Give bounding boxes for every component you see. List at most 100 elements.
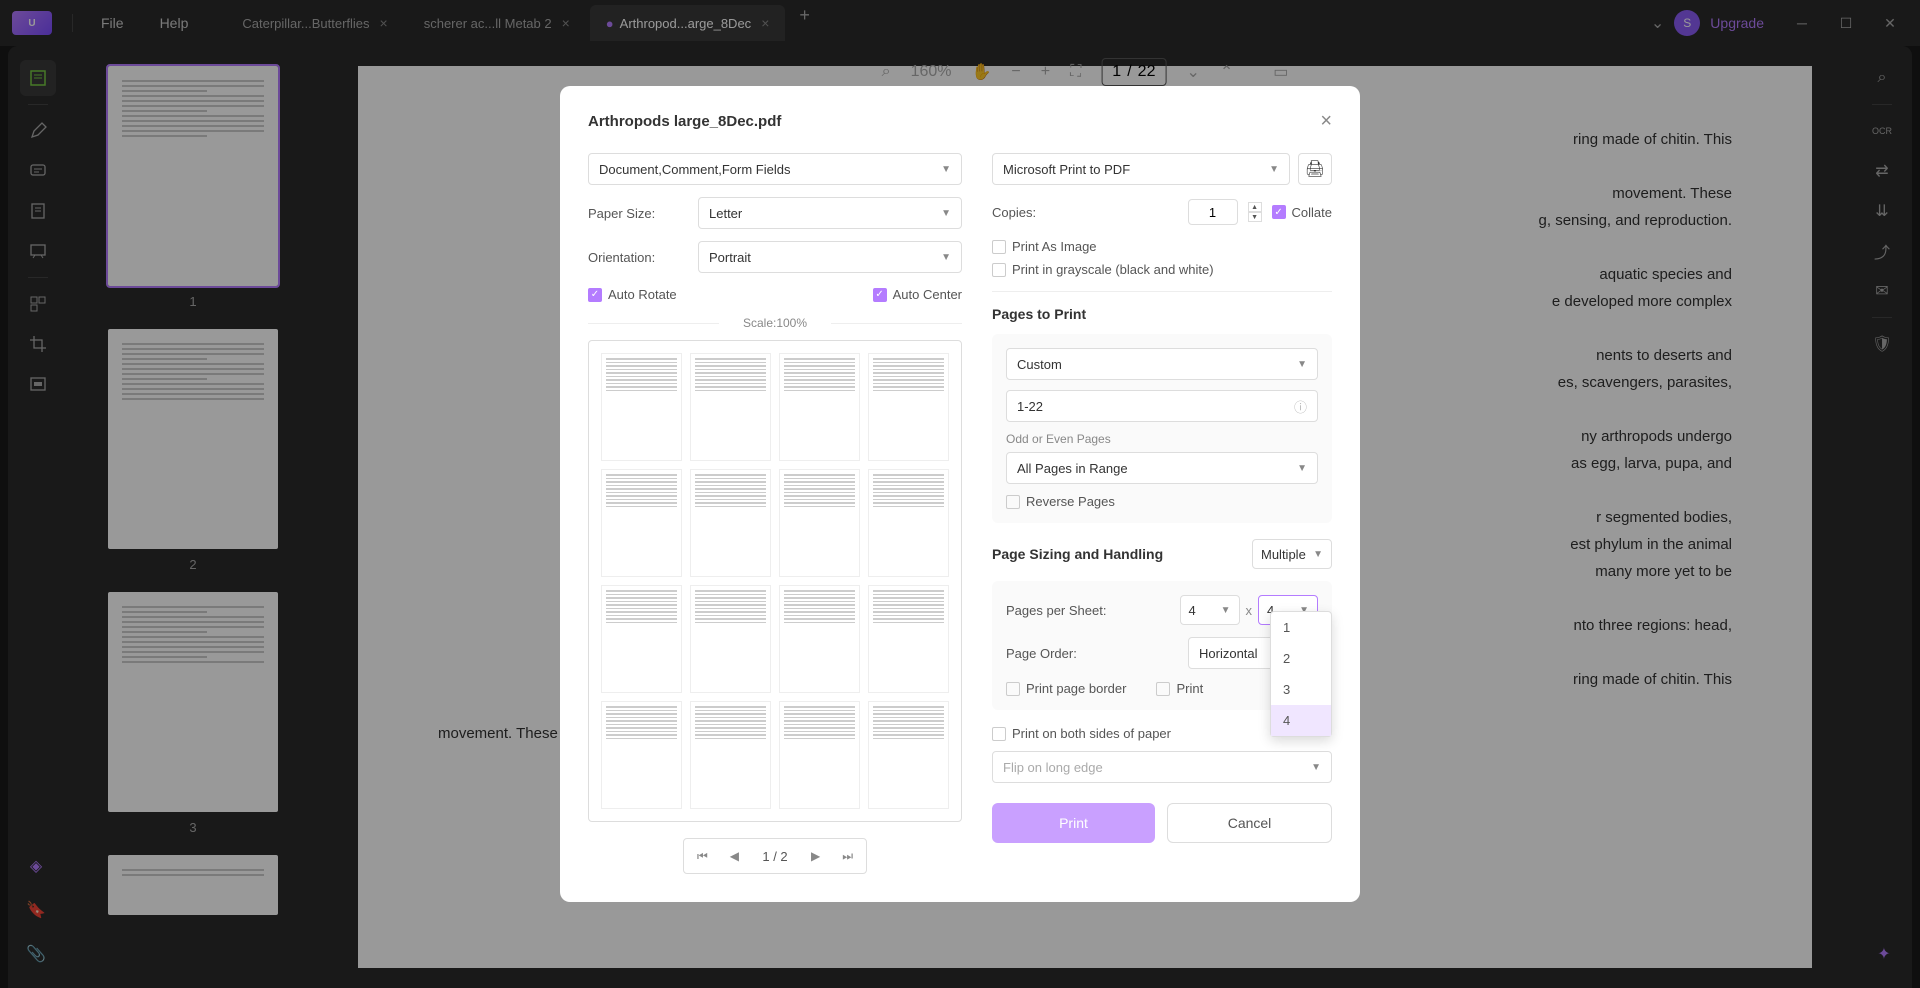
preview-page xyxy=(690,469,771,577)
checkbox-label: Print xyxy=(1176,681,1203,696)
chevron-down-icon: ▼ xyxy=(941,164,951,175)
pps-cols-select[interactable]: 4 ▼ xyxy=(1180,595,1240,625)
chevron-down-icon: ▼ xyxy=(1297,463,1307,474)
select-value: 4 xyxy=(1189,603,1196,618)
reverse-checkbox[interactable]: Reverse Pages xyxy=(1006,494,1318,509)
odd-even-select[interactable]: All Pages in Range ▼ xyxy=(1006,452,1318,484)
select-value: Document,Comment,Form Fields xyxy=(599,162,790,177)
checkbox-label: Auto Center xyxy=(893,287,962,302)
range-value: 1-22 xyxy=(1017,399,1043,414)
select-value: Letter xyxy=(709,206,742,221)
flip-select[interactable]: Flip on long edge ▼ xyxy=(992,751,1332,783)
sizing-section: Pages per Sheet: 4 ▼ x 4 ▼ Page Order: xyxy=(992,581,1332,710)
print-border-checkbox[interactable]: Print page border xyxy=(1006,681,1126,696)
select-value: Multiple xyxy=(1261,547,1306,562)
first-page-icon[interactable]: ⏮ xyxy=(688,843,716,869)
dialog-right: Microsoft Print to PDF ▼ 🖨 Copies: ▲▼ Co… xyxy=(992,153,1332,874)
checkbox-icon xyxy=(992,240,1006,254)
checkbox-label: Print in grayscale (black and white) xyxy=(1012,262,1214,277)
dropdown-option[interactable]: 1 xyxy=(1271,612,1331,643)
dropdown-option[interactable]: 4 xyxy=(1271,705,1331,736)
preview-page xyxy=(868,585,949,693)
pps-label: Pages per Sheet: xyxy=(1006,603,1180,618)
print-dialog: Arthropods large_8Dec.pdf × Document,Com… xyxy=(560,86,1360,902)
preview-page xyxy=(779,353,860,461)
pps-rows-dropdown: 1 2 3 4 xyxy=(1270,611,1332,737)
pages-mode-select[interactable]: Custom ▼ xyxy=(1006,348,1318,380)
orientation-label: Orientation: xyxy=(588,250,698,265)
select-value: Portrait xyxy=(709,250,751,265)
checkbox-icon xyxy=(588,288,602,302)
info-icon[interactable]: ⓘ xyxy=(1294,397,1307,416)
prev-page-icon[interactable]: ◀ xyxy=(720,843,748,869)
preview-page xyxy=(601,353,682,461)
auto-center-checkbox[interactable]: Auto Center xyxy=(873,287,962,302)
select-value: Custom xyxy=(1017,357,1062,372)
print-scope-select[interactable]: Document,Comment,Form Fields ▼ xyxy=(588,153,962,185)
checkbox-label: Print As Image xyxy=(1012,239,1097,254)
checkbox-label: Print on both sides of paper xyxy=(1012,726,1171,741)
copies-input[interactable] xyxy=(1188,199,1238,225)
divider xyxy=(992,291,1332,292)
select-value: Microsoft Print to PDF xyxy=(1003,162,1130,177)
copies-label: Copies: xyxy=(992,205,1036,220)
chevron-down-icon: ▼ xyxy=(1311,762,1321,773)
dropdown-option[interactable]: 2 xyxy=(1271,643,1331,674)
collate-checkbox[interactable]: Collate xyxy=(1272,205,1332,220)
preview-page xyxy=(690,353,771,461)
preview-page xyxy=(868,353,949,461)
copies-spinner[interactable]: ▲▼ xyxy=(1248,202,1262,222)
preview-page xyxy=(868,701,949,809)
scale-label: Scale:100% xyxy=(588,316,962,330)
preview-page xyxy=(601,701,682,809)
checkbox-label: Auto Rotate xyxy=(608,287,677,302)
printer-select[interactable]: Microsoft Print to PDF ▼ xyxy=(992,153,1290,185)
chevron-down-icon: ▼ xyxy=(941,252,951,263)
print-cutmarks-checkbox[interactable]: Print xyxy=(1156,681,1203,696)
chevron-down-icon: ▼ xyxy=(1269,164,1279,175)
sizing-title: Page Sizing and Handling xyxy=(992,546,1163,562)
chevron-down-icon: ▼ xyxy=(941,208,951,219)
chevron-down-icon: ▼ xyxy=(1313,549,1323,560)
next-page-icon[interactable]: ▶ xyxy=(802,843,830,869)
printer-settings-icon[interactable]: 🖨 xyxy=(1298,153,1332,185)
checkbox-label: Collate xyxy=(1292,205,1332,220)
last-page-icon[interactable]: ⏭ xyxy=(834,843,862,869)
pages-to-print-title: Pages to Print xyxy=(992,306,1332,322)
grayscale-checkbox[interactable]: Print in grayscale (black and white) xyxy=(992,262,1332,277)
dialog-header: Arthropods large_8Dec.pdf × xyxy=(588,110,1332,133)
checkbox-icon xyxy=(1156,682,1170,696)
dialog-left: Document,Comment,Form Fields ▼ Paper Siz… xyxy=(588,153,962,874)
orientation-select[interactable]: Portrait ▼ xyxy=(698,241,962,273)
close-dialog-icon[interactable]: × xyxy=(1320,110,1332,133)
dialog-body: Document,Comment,Form Fields ▼ Paper Siz… xyxy=(588,153,1332,874)
page-display: 1 / 2 xyxy=(752,849,797,864)
auto-rotate-checkbox[interactable]: Auto Rotate xyxy=(588,287,677,302)
select-value: Flip on long edge xyxy=(1003,760,1103,775)
select-value: All Pages in Range xyxy=(1017,461,1128,476)
preview-page xyxy=(868,469,949,577)
preview-page xyxy=(779,585,860,693)
dropdown-option[interactable]: 3 xyxy=(1271,674,1331,705)
checkbox-icon xyxy=(873,288,887,302)
checkbox-label: Reverse Pages xyxy=(1026,494,1115,509)
preview-page xyxy=(690,585,771,693)
x-separator: x xyxy=(1246,603,1253,618)
checkbox-icon xyxy=(992,727,1006,741)
chevron-down-icon: ▼ xyxy=(1297,359,1307,370)
paper-size-select[interactable]: Letter ▼ xyxy=(698,197,962,229)
page-range-input[interactable]: 1-22 ⓘ xyxy=(1006,390,1318,422)
pages-section: Custom ▼ 1-22 ⓘ Odd or Even Pages All Pa… xyxy=(992,334,1332,523)
cancel-button[interactable]: Cancel xyxy=(1167,803,1332,843)
odd-even-label: Odd or Even Pages xyxy=(1006,432,1318,446)
preview-page xyxy=(690,701,771,809)
print-button[interactable]: Print xyxy=(992,803,1155,843)
checkbox-icon xyxy=(1006,682,1020,696)
select-value: Horizontal xyxy=(1199,646,1258,661)
checkbox-icon xyxy=(1272,205,1286,219)
preview-page xyxy=(779,469,860,577)
preview-page xyxy=(601,585,682,693)
sizing-mode-select[interactable]: Multiple ▼ xyxy=(1252,539,1332,569)
print-as-image-checkbox[interactable]: Print As Image xyxy=(992,239,1332,254)
print-preview: document.write(Array(16).fill('<div clas… xyxy=(588,340,962,822)
